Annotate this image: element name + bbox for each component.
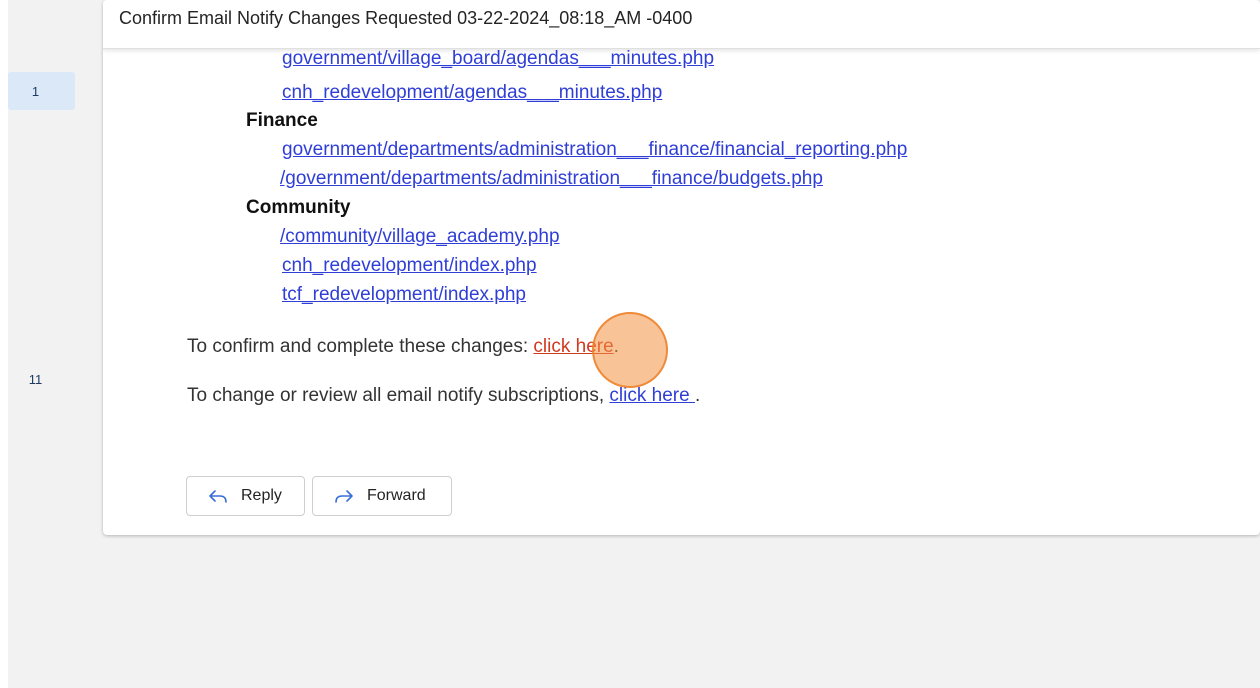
link-cnh-index[interactable]: cnh_redevelopment/index.php — [282, 255, 537, 277]
section-heading-community: Community — [246, 197, 351, 218]
link-village-board-agendas[interactable]: government/village_board/agendas___minut… — [282, 49, 714, 70]
review-click-here-link[interactable]: click here — [609, 385, 695, 406]
confirm-suffix: . — [613, 336, 619, 357]
message-body: government/village_board/agendas___minut… — [103, 49, 1260, 535]
link-tcf-index[interactable]: tcf_redevelopment/index.php — [282, 284, 526, 306]
link-village-academy[interactable]: /community/village_academy.php — [280, 226, 560, 248]
rail-item-label: 1 — [31, 83, 40, 99]
window-edge — [0, 0, 8, 688]
message-subject: Confirm Email Notify Changes Requested 0… — [119, 8, 693, 28]
message-card: Confirm Email Notify Changes Requested 0… — [103, 0, 1260, 535]
subject-header: Confirm Email Notify Changes Requested 0… — [103, 0, 1260, 49]
reply-label: Reply — [241, 487, 282, 504]
confirm-click-here-link[interactable]: click here — [533, 336, 613, 357]
forward-button[interactable]: Forward — [312, 476, 452, 516]
review-paragraph: To change or review all email notify sub… — [187, 385, 700, 407]
forward-label: Forward — [367, 487, 426, 504]
section-heading-finance: Finance — [246, 110, 318, 131]
rail-item-1[interactable]: 1 — [8, 72, 75, 110]
review-text: To change or review all email notify sub… — [187, 385, 610, 406]
link-financial-reporting[interactable]: government/departments/administration___… — [282, 139, 907, 161]
forward-arrow-icon — [333, 487, 355, 505]
link-budgets[interactable]: /government/departments/administration__… — [280, 168, 823, 190]
link-cnh-agendas[interactable]: cnh_redevelopment/agendas___minutes.php — [282, 82, 662, 104]
confirm-text: To confirm and complete these changes: — [187, 336, 534, 357]
rail-item-11[interactable]: 11 — [8, 360, 75, 398]
reply-arrow-icon — [207, 487, 229, 505]
review-suffix: . — [694, 385, 701, 406]
thread-rail: 1 11 — [8, 0, 103, 688]
reply-button[interactable]: Reply — [186, 476, 305, 516]
rail-item-label: 11 — [28, 371, 43, 387]
confirm-paragraph: To confirm and complete these changes: c… — [187, 336, 619, 358]
